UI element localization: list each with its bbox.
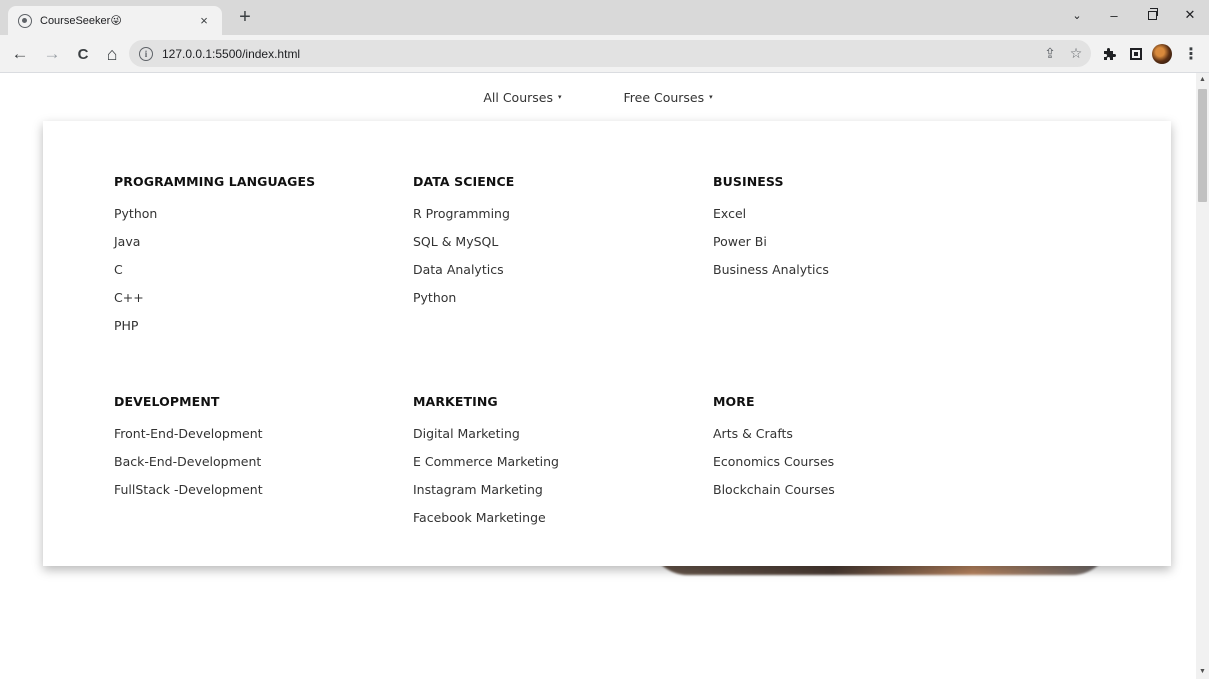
menu-link[interactable]: FullStack -Development xyxy=(114,480,263,508)
address-bar[interactable]: i 127.0.0.1:5500/index.html ⇪ ☆ xyxy=(129,40,1091,67)
browser-titlebar: CourseSeeker😜 × + ⌄ – ✕ xyxy=(0,0,1209,35)
tab-close-icon[interactable]: × xyxy=(196,13,212,28)
menu-column-business: BUSINESS Excel Power Bi Business Analytics xyxy=(713,172,829,288)
profile-avatar[interactable] xyxy=(1151,43,1173,65)
menu-link[interactable]: Java xyxy=(114,232,315,260)
tab-search-icon[interactable]: ⌄ xyxy=(1059,0,1095,30)
menu-column-marketing: MARKETING Digital Marketing E Commerce Mar… xyxy=(413,392,559,536)
menu-column-title: BUSINESS xyxy=(713,174,784,189)
menu-column-programming-languages: PROGRAMMING LANGUAGES Python Java C C++ PHP xyxy=(114,172,315,344)
menu-link[interactable]: Arts & Crafts xyxy=(713,424,835,452)
menu-link[interactable]: Excel xyxy=(713,204,829,232)
menu-link[interactable]: SQL & MySQL xyxy=(413,232,514,260)
window-controls: ⌄ – ✕ xyxy=(1059,0,1209,30)
nav-label: All Courses xyxy=(483,89,553,105)
menu-link[interactable]: Instagram Marketing xyxy=(413,480,559,508)
menu-list: Digital Marketing E Commerce Marketing Ins… xyxy=(413,424,559,536)
scroll-down-icon[interactable]: ▼ xyxy=(1196,665,1209,679)
menu-list: Front-End-Development Back-End-Developmen… xyxy=(114,424,263,508)
menu-column-title: DATA SCIENCE xyxy=(413,174,515,189)
menu-link[interactable]: Python xyxy=(413,288,514,316)
nav-free-courses[interactable]: Free Courses ▾ xyxy=(623,90,712,105)
menu-link[interactable]: R Programming xyxy=(413,204,514,232)
menu-link[interactable]: Economics Courses xyxy=(713,452,835,480)
menu-list: R Programming SQL & MySQL Data Analytics Py… xyxy=(413,204,514,316)
url-text[interactable]: 127.0.0.1:5500/index.html xyxy=(162,47,1039,61)
menu-link[interactable]: Blockchain Courses xyxy=(713,480,835,508)
menu-list: Python Java C C++ PHP xyxy=(114,204,315,344)
menu-link[interactable]: Front-End-Development xyxy=(114,424,263,452)
minimize-button[interactable]: – xyxy=(1095,0,1133,30)
menu-list: Excel Power Bi Business Analytics xyxy=(713,204,829,288)
menu-link[interactable]: Facebook Marketinge xyxy=(413,508,559,536)
menu-list: Arts & Crafts Economics Courses Blockchain… xyxy=(713,424,835,508)
menu-column-development: DEVELOPMENT Front-End-Development Back-End… xyxy=(114,392,263,508)
menu-link[interactable]: E Commerce Marketing xyxy=(413,452,559,480)
menu-link[interactable]: Power Bi xyxy=(713,232,829,260)
courses-mega-menu: PROGRAMMING LANGUAGES Python Java C C++ PHP DA… xyxy=(43,121,1171,566)
restore-button[interactable] xyxy=(1133,0,1171,30)
share-icon[interactable]: ⇪ xyxy=(1039,43,1061,65)
top-nav: All Courses ▾ Free Courses ▾ xyxy=(0,73,1196,121)
menu-column-title: MORE xyxy=(713,394,755,409)
menu-column-title: PROGRAMMING LANGUAGES xyxy=(114,174,316,189)
menu-link[interactable]: Python xyxy=(114,204,315,232)
reload-icon[interactable]: C xyxy=(71,42,95,66)
menu-link[interactable]: Back-End-Development xyxy=(114,452,263,480)
caret-down-icon: ▾ xyxy=(557,93,562,101)
restore-icon xyxy=(1147,7,1158,20)
menu-link[interactable]: C xyxy=(114,260,315,288)
menu-link[interactable]: PHP xyxy=(114,316,315,344)
bookmark-star-icon[interactable]: ☆ xyxy=(1065,43,1087,65)
scroll-thumb[interactable] xyxy=(1198,89,1207,202)
home-icon[interactable]: ⌂ xyxy=(100,42,124,66)
menu-column-more: MORE Arts & Crafts Economics Courses Blockc… xyxy=(713,392,835,508)
side-panel-icon[interactable] xyxy=(1125,43,1147,65)
new-tab-button[interactable]: + xyxy=(232,6,258,30)
caret-down-icon: ▾ xyxy=(709,93,713,101)
menu-column-title: DEVELOPMENT xyxy=(114,394,220,409)
browser-toolbar: ← → C ⌂ i 127.0.0.1:5500/index.html ⇪ ☆ … xyxy=(0,35,1209,73)
menu-kebab-icon[interactable]: ⋮ xyxy=(1180,43,1202,65)
tab-title: CourseSeeker😜 xyxy=(40,15,122,27)
back-arrow-icon[interactable]: ← xyxy=(8,42,32,66)
menu-link[interactable]: C++ xyxy=(114,288,315,316)
globe-icon xyxy=(18,13,32,28)
puzzle-icon[interactable] xyxy=(1098,43,1120,65)
menu-column-data-science: DATA SCIENCE R Programming SQL & MySQL Data… xyxy=(413,172,514,316)
nav-label: Free Courses xyxy=(623,89,705,105)
site-info-icon[interactable]: i xyxy=(139,46,153,61)
nav-all-courses[interactable]: All Courses ▾ xyxy=(483,90,561,105)
menu-link[interactable]: Data Analytics xyxy=(413,260,514,288)
close-window-button[interactable]: ✕ xyxy=(1171,0,1209,30)
page-viewport: All Courses ▾ Free Courses ▾ PROGRAMMING… xyxy=(0,73,1196,679)
menu-column-title: MARKETING xyxy=(413,394,498,409)
forward-arrow-icon[interactable]: → xyxy=(40,42,64,66)
menu-link[interactable]: Business Analytics xyxy=(713,260,829,288)
browser-tab[interactable]: CourseSeeker😜 × xyxy=(8,6,222,35)
menu-link[interactable]: Digital Marketing xyxy=(413,424,559,452)
page-scrollbar[interactable]: ▲ ▼ xyxy=(1196,73,1209,679)
scroll-up-icon[interactable]: ▲ xyxy=(1196,73,1209,87)
